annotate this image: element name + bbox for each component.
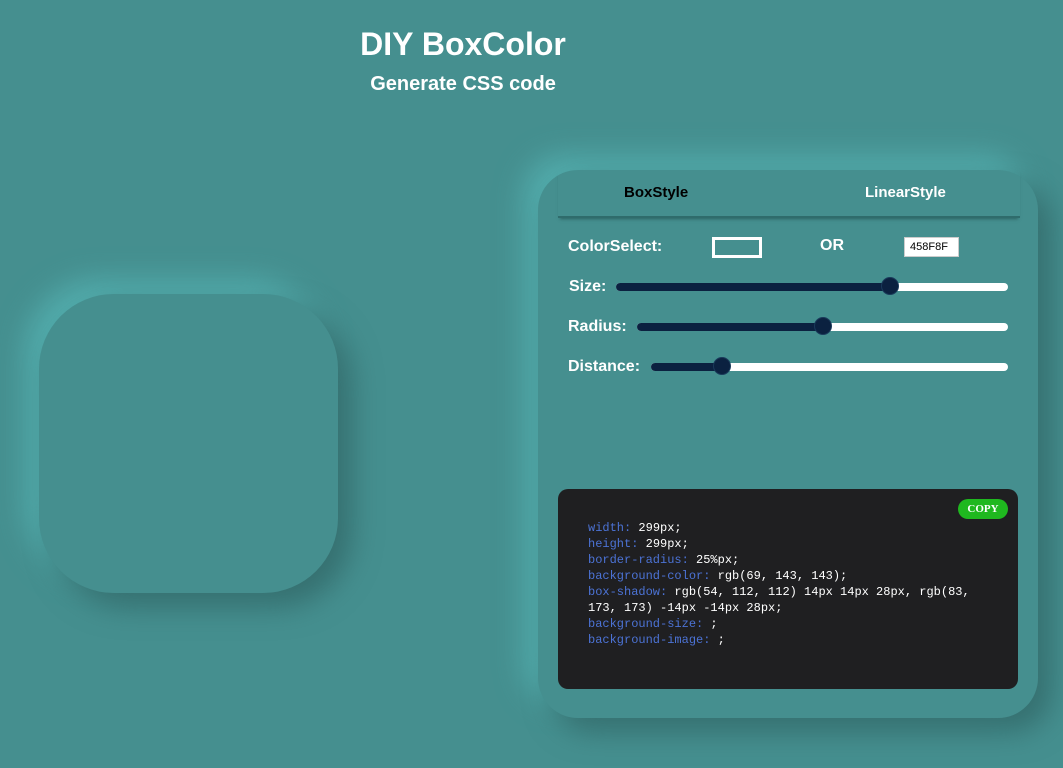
code-line-border-radius: border-radius: 25%px; [588, 553, 740, 567]
code-line-width: width: 299px; [588, 521, 682, 535]
css-code-text: width: 299px; height: 299px; border-radi… [588, 520, 978, 648]
distance-slider[interactable] [651, 357, 1008, 375]
tab-bar: BoxStyle LinearStyle [558, 170, 1020, 218]
distance-slider-fill [651, 363, 723, 371]
size-label: Size: [569, 278, 607, 295]
css-code-output: COPY width: 299px; height: 299px; border… [558, 489, 1018, 689]
size-slider-thumb[interactable] [881, 277, 900, 295]
code-line-background-color: background-color: rgb(69, 143, 143); [588, 569, 848, 583]
page-header: DIY BoxColor Generate CSS code [0, 24, 926, 96]
settings-panel: BoxStyle LinearStyle ColorSelect: OR Siz… [538, 170, 1038, 718]
box-preview [39, 294, 338, 593]
radius-slider-thumb[interactable] [813, 317, 832, 335]
tab-boxstyle[interactable]: BoxStyle [624, 184, 688, 201]
color-select-label: ColorSelect: [568, 238, 663, 255]
color-picker[interactable] [712, 237, 762, 258]
or-label: OR [820, 237, 844, 254]
radius-label: Radius: [568, 318, 627, 335]
code-line-box-shadow: box-shadow: rgb(54, 112, 112) 14px 14px … [588, 585, 970, 615]
hex-color-input[interactable] [904, 237, 959, 257]
distance-slider-thumb[interactable] [713, 357, 732, 375]
radius-slider[interactable] [637, 317, 1008, 335]
page-title: DIY BoxColor [360, 26, 566, 62]
page-subtitle: Generate CSS code [370, 73, 556, 95]
code-line-height: height: 299px; [588, 537, 689, 551]
size-slider-fill [616, 283, 891, 291]
copy-button[interactable]: COPY [958, 499, 1008, 519]
code-line-background-image: background-image: ; [588, 633, 725, 647]
distance-label: Distance: [568, 358, 641, 375]
size-slider[interactable] [616, 277, 1008, 295]
tab-linearstyle[interactable]: LinearStyle [865, 184, 946, 201]
radius-slider-fill [637, 323, 823, 331]
code-line-background-size: background-size: ; [588, 617, 718, 631]
